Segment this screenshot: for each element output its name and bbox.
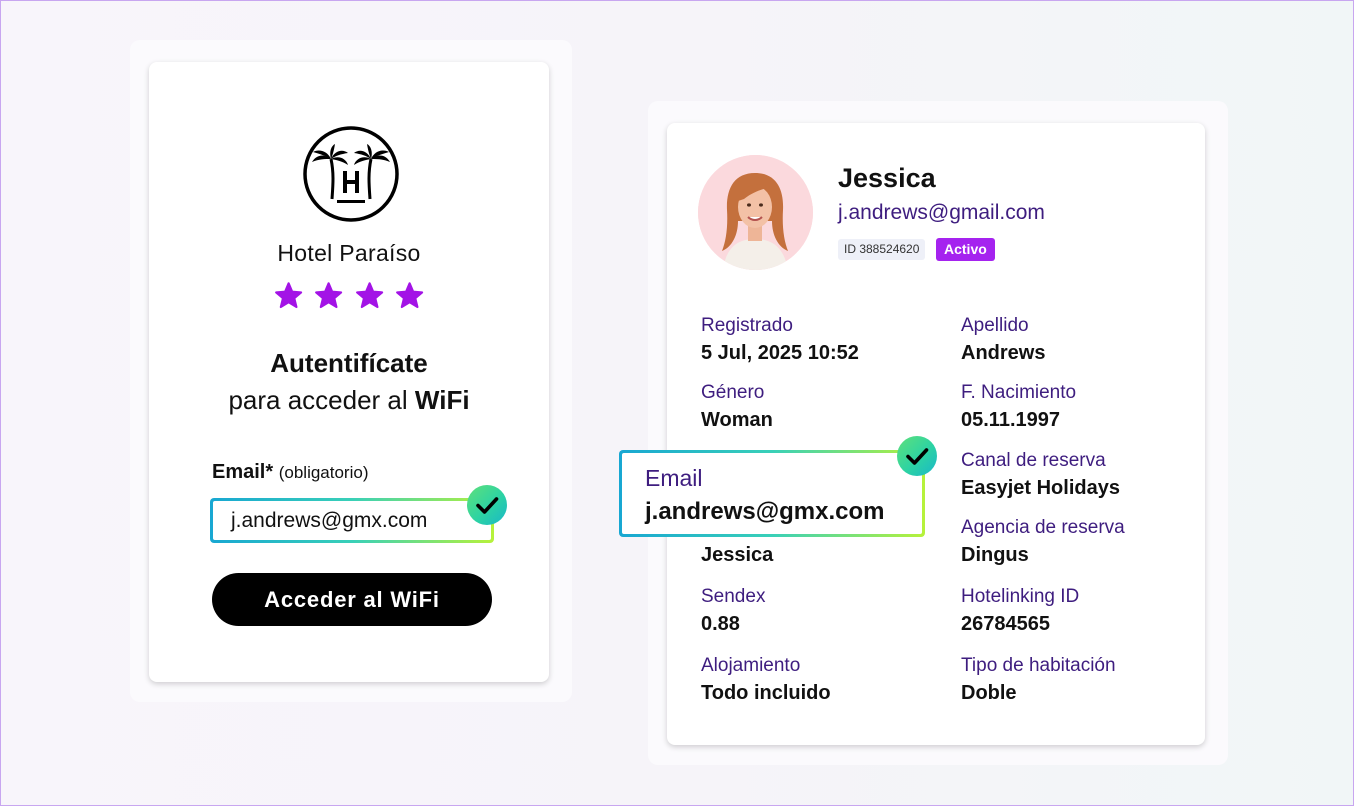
email-label-text: Email* (212, 461, 274, 483)
field-label-agencia-reserva: Agencia de reserva (961, 517, 1125, 538)
field-label-sendex: Sendex (701, 586, 766, 607)
check-icon (897, 436, 937, 476)
field-value-nacimiento: 05.11.1997 (961, 409, 1060, 431)
email-input-frame: j.andrews@gmx.com (210, 498, 494, 543)
field-value-canal-reserva: Easyjet Holidays (961, 477, 1120, 499)
star-icon (315, 282, 343, 309)
field-value-nombre: Jessica (701, 544, 774, 566)
check-icon (467, 485, 507, 525)
star-icon (395, 282, 423, 309)
star-icon (275, 282, 303, 309)
profile-email: j.andrews@gmail.com (838, 201, 1045, 224)
star-icon (355, 282, 383, 309)
field-value-genero: Woman (701, 409, 773, 431)
avatar (698, 155, 813, 270)
field-value-agencia-reserva: Dingus (961, 544, 1029, 566)
email-input[interactable]: j.andrews@gmx.com (213, 501, 491, 540)
field-label-tipo-habitacion: Tipo de habitación (961, 655, 1116, 676)
status-badge: Activo (936, 238, 995, 261)
field-label-alojamiento: Alojamiento (701, 655, 801, 676)
field-label-apellido: Apellido (961, 315, 1029, 336)
field-label-nacimiento: F. Nacimiento (961, 382, 1077, 403)
email-required-note: (obligatorio) (278, 463, 369, 482)
profile-name: Jessica (838, 163, 936, 193)
field-value-alojamiento: Todo incluido (701, 682, 831, 704)
email-update-popup: Email j.andrews@gmx.com (619, 450, 925, 537)
field-value-hotelinking-id: 26784565 (961, 613, 1050, 635)
auth-subtitle: para acceder al WiFi (149, 385, 549, 416)
field-value-tipo-habitacion: Doble (961, 682, 1017, 704)
field-label-hotelinking-id: Hotelinking ID (961, 586, 1080, 607)
palm-trees-hotel-logo-icon (302, 125, 400, 223)
field-value-sendex: 0.88 (701, 613, 740, 635)
popup-email-value: j.andrews@gmx.com (645, 498, 885, 525)
access-wifi-button[interactable]: Acceder al WiFi (212, 573, 492, 626)
field-label-canal-reserva: Canal de reserva (961, 450, 1106, 471)
auth-subtitle-wifi: WiFi (414, 385, 470, 415)
hotel-name: Hotel Paraíso (277, 240, 421, 266)
field-value-apellido: Andrews (961, 342, 1046, 364)
field-label-registrado: Registrado (701, 315, 793, 336)
guest-id-badge: ID 388524620 (838, 239, 926, 260)
email-field-label: Email* (obligatorio) (212, 461, 368, 484)
field-label-genero: Género (701, 382, 765, 403)
field-value-registrado: 5 Jul, 2025 10:52 (701, 342, 859, 364)
auth-subtitle-prefix: para acceder al (228, 385, 408, 415)
auth-title: Autentifícate (270, 348, 428, 378)
popup-email-label: Email (645, 465, 703, 491)
hotel-rating-stars (274, 281, 424, 311)
